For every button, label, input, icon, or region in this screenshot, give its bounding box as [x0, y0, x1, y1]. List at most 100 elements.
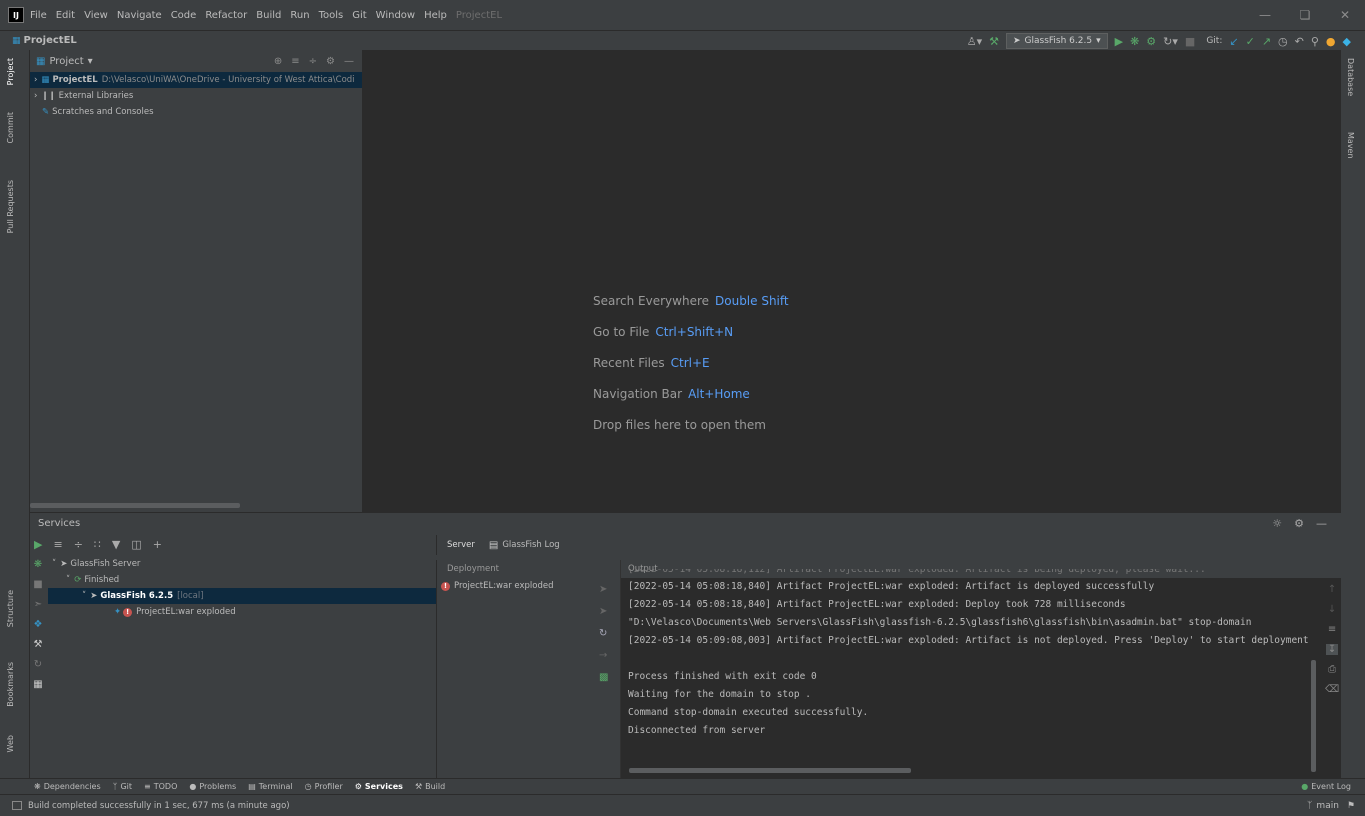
status-message[interactable]: Build completed successfully in 1 sec, 6… [28, 801, 290, 811]
collapse-all-icon[interactable]: ÷ [309, 56, 317, 67]
deploy-icon[interactable]: ➣ [34, 599, 42, 610]
tab-web[interactable]: Web [6, 735, 15, 752]
git-update-icon[interactable]: ↙ [1229, 35, 1238, 48]
refresh-icon[interactable]: ↻ [34, 659, 42, 670]
menu-item-refactor[interactable]: Refactor [205, 10, 247, 21]
scroll-down-icon[interactable]: ↓ [1328, 604, 1336, 615]
tool-tab-build[interactable]: ⚒ Build [415, 782, 445, 791]
tab-pull-requests[interactable]: Pull Requests [6, 180, 15, 233]
clear-icon[interactable]: ⌫ [1325, 684, 1339, 695]
add-configuration-icon[interactable]: ♙▾ [967, 35, 982, 48]
grid-icon[interactable]: ▦ [33, 679, 42, 690]
collapse-all-icon[interactable]: ÷ [74, 538, 83, 551]
open-browser-icon[interactable]: ▩ [599, 672, 608, 683]
tree-item-artifact[interactable]: ✦ ! ProjectEL:war exploded [48, 604, 436, 620]
notifications-icon[interactable]: ⚑ [1347, 801, 1355, 811]
toggle-tool-windows-icon[interactable] [12, 801, 22, 810]
print-icon[interactable]: ⎙ [1328, 664, 1336, 675]
refresh-icon[interactable]: ↻ [599, 628, 608, 639]
jetbrains-icon[interactable]: ◆ [1343, 35, 1351, 48]
run-icon[interactable]: ▶ [34, 538, 42, 551]
search-icon[interactable]: ⚲ [1311, 35, 1319, 48]
updates-icon[interactable]: ● [1326, 35, 1336, 48]
build-hammer-icon[interactable]: ⚒ [989, 35, 999, 48]
tab-server[interactable]: Server [447, 540, 475, 550]
menu-item-git[interactable]: Git [352, 10, 366, 21]
restore-icon[interactable]: ❏ [1285, 8, 1325, 22]
menu-item-edit[interactable]: Edit [56, 10, 75, 21]
tab-database[interactable]: Database [1346, 58, 1355, 96]
menu-item-view[interactable]: View [84, 10, 108, 21]
chevron-down-icon[interactable]: ▾ [88, 56, 93, 67]
tool-tab-profiler[interactable]: ◷ Profiler [305, 782, 343, 791]
tab-bookmarks[interactable]: Bookmarks [6, 662, 15, 707]
chevron-down-icon[interactable]: ˅ [52, 559, 56, 569]
git-push-icon[interactable]: ↗ [1262, 35, 1271, 48]
tree-item-server[interactable]: ˅ ➤ GlassFish 6.2.5 [local] [48, 588, 436, 604]
scroll-up-icon[interactable]: ↑ [1328, 584, 1336, 595]
chevron-down-icon[interactable]: ˅ [82, 591, 86, 601]
project-view-select[interactable]: Project [49, 56, 83, 67]
group-by-icon[interactable]: ∷ [94, 538, 101, 551]
tab-maven[interactable]: Maven [1346, 132, 1355, 159]
expand-all-icon[interactable]: ≡ [53, 538, 62, 551]
git-commit-icon[interactable]: ✓ [1246, 35, 1255, 48]
menu-item-tools[interactable]: Tools [319, 10, 344, 21]
run-configuration-select[interactable]: ➤ GlassFish 6.2.5 ▾ [1005, 33, 1108, 49]
close-icon[interactable]: ✕ [1325, 8, 1365, 22]
add-service-icon[interactable]: + [153, 538, 162, 551]
tree-item-project-root[interactable]: › ▦ ProjectEL D:\Velasco\UniWA\OneDrive … [30, 72, 362, 88]
debug-icon[interactable]: ❋ [1130, 35, 1139, 48]
horizontal-scrollbar[interactable] [30, 503, 240, 508]
chevron-right-icon[interactable]: › [34, 91, 37, 101]
menu-item-build[interactable]: Build [256, 10, 281, 21]
profile-icon[interactable]: ↻▾ [1163, 35, 1178, 48]
tool-tab-git[interactable]: ᛉ Git [113, 782, 132, 791]
tab-project[interactable]: Project [6, 58, 15, 85]
tree-item-finished[interactable]: ˅ ⟳ Finished [48, 572, 436, 588]
tool-tab-todo[interactable]: ≡ TODO [144, 782, 177, 791]
tool-tab-services[interactable]: ⚙ Services [355, 782, 403, 791]
menu-item-code[interactable]: Code [171, 10, 197, 21]
expand-all-icon[interactable]: ≡ [291, 56, 299, 67]
hide-icon[interactable]: — [344, 56, 354, 67]
undeploy-icon[interactable]: ➤ [599, 606, 608, 617]
filter-icon[interactable]: ▼ [112, 538, 120, 551]
stop-icon[interactable]: ■ [33, 579, 42, 590]
coverage-icon[interactable]: ⚙ [1146, 35, 1156, 48]
menu-item-file[interactable]: File [30, 10, 47, 21]
menu-item-window[interactable]: Window [376, 10, 415, 21]
globe-icon[interactable]: ☼ [1272, 517, 1282, 530]
history-icon[interactable]: ◷ [1278, 35, 1288, 48]
debug-icon[interactable]: ❋ [34, 559, 42, 570]
arrow-right-icon[interactable]: → [599, 650, 608, 661]
gear-icon[interactable]: ⚙ [326, 56, 335, 67]
tree-item-external-libraries[interactable]: › ❙❙ External Libraries [30, 88, 362, 104]
hide-icon[interactable]: — [1316, 517, 1327, 530]
soft-wrap-icon[interactable]: ≡ [1328, 624, 1336, 635]
tool-tab-problems[interactable]: ● Problems [189, 782, 236, 791]
deployment-item[interactable]: ! ProjectEL:war exploded [437, 578, 620, 594]
tab-commit[interactable]: Commit [6, 112, 15, 143]
gear-icon[interactable]: ⚙ [1294, 517, 1304, 530]
locate-icon[interactable]: ⊕ [274, 56, 282, 67]
rollback-icon[interactable]: ↶ [1295, 35, 1304, 48]
console-vscrollbar[interactable] [1311, 660, 1316, 772]
chevron-right-icon[interactable]: › [34, 75, 37, 85]
scroll-to-end-icon[interactable]: ↧ [1325, 644, 1339, 655]
update-icon[interactable]: ❖ [34, 619, 43, 630]
menu-item-navigate[interactable]: Navigate [117, 10, 162, 21]
tab-structure[interactable]: Structure [6, 590, 15, 627]
git-branch[interactable]: main [1316, 801, 1339, 811]
menu-item-help[interactable]: Help [424, 10, 447, 21]
tree-item-server-group[interactable]: ˅ ➤ GlassFish Server [48, 556, 436, 572]
minimize-icon[interactable]: — [1245, 8, 1285, 22]
tab-glassfish-log[interactable]: GlassFish Log [502, 540, 559, 550]
chevron-down-icon[interactable]: ˅ [66, 575, 70, 585]
console-hscrollbar[interactable] [629, 768, 911, 773]
stop-icon[interactable]: ■ [1185, 35, 1195, 48]
tool-tab-dependencies[interactable]: ❋ Dependencies [34, 782, 101, 791]
menu-item-run[interactable]: Run [290, 10, 309, 21]
run-icon[interactable]: ▶ [1110, 35, 1129, 53]
layout-icon[interactable]: ◫ [131, 538, 141, 551]
